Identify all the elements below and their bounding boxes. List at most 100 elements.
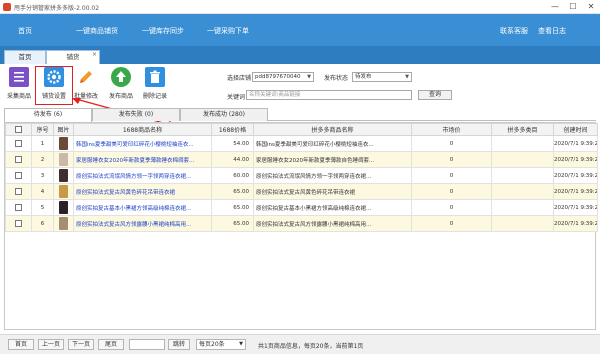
status-label: 发布状态 xyxy=(324,75,349,82)
chevron-down-icon: ▼ xyxy=(307,74,311,80)
row-image-cell xyxy=(53,151,74,168)
row-index: 6 xyxy=(31,215,54,232)
table-row[interactable]: 3 原创实拍法式流氓风情方领一字领两穿连衣裙... 60.00 原创实拍法式流氓风情方… xyxy=(5,167,598,184)
row-created-time: 2020/7/1 9:39:21 xyxy=(553,151,598,168)
next-page-button[interactable]: 下一页 xyxy=(68,339,94,350)
close-button[interactable]: ✕ xyxy=(582,0,600,14)
row-index: 1 xyxy=(31,135,54,152)
menu-view-log[interactable]: 查看日志 xyxy=(538,26,566,36)
row-1688-name[interactable]: 家居服睡衣女2020年新款夏季薄款睡衣棉绸套... xyxy=(73,151,212,168)
row-image-cell xyxy=(53,199,74,216)
close-tab-icon[interactable]: × xyxy=(92,48,97,61)
table-row[interactable]: 4 原创实拍法式复古风黄色碎花吊带连衣裙 65.00 原创实拍法式复古风黄色碎花吊带连… xyxy=(5,183,598,200)
prev-page-button[interactable]: 上一页 xyxy=(38,339,64,350)
minimize-button[interactable]: — xyxy=(546,0,564,14)
row-market-price: 0 xyxy=(411,151,492,168)
row-pdd-name[interactable]: 原创实拍法式复古风黄色碎花吊带连衣裙 xyxy=(253,183,412,200)
product-thumbnail xyxy=(59,169,68,182)
tab-success[interactable]: 发布成功 (280) xyxy=(180,108,268,121)
header-1688-price[interactable]: 1688价格 xyxy=(211,123,254,136)
menu-stock-sync[interactable]: 一键库存同步 xyxy=(142,26,184,36)
header-select[interactable] xyxy=(5,123,32,136)
row-1688-price: 54.00 xyxy=(211,135,254,152)
tab-distribution[interactable]: 铺货 × xyxy=(46,50,100,64)
row-checkbox[interactable] xyxy=(15,188,22,195)
row-checkbox[interactable] xyxy=(15,204,22,211)
row-1688-price: 60.00 xyxy=(211,167,254,184)
maximize-button[interactable]: ☐ xyxy=(564,0,582,14)
row-checkbox[interactable] xyxy=(15,140,22,147)
menu-home[interactable]: 首页 xyxy=(18,26,32,36)
store-select[interactable]: pdd8797670040 ▼ xyxy=(252,72,314,82)
last-page-button[interactable]: 尾页 xyxy=(98,339,124,350)
table-row[interactable]: 2 家居服睡衣女2020年新款夏季薄款睡衣棉绸套... 44.00 家居服睡衣女202… xyxy=(5,151,598,168)
row-1688-name[interactable]: 原创实拍法式复古风方领露腰小黑裙纯棉高用... xyxy=(73,215,212,232)
row-market-price: 0 xyxy=(411,215,492,232)
header-image: 图片 xyxy=(53,123,74,136)
row-1688-name[interactable]: 原创实拍复古基本小黑裙方领高级纯棉连衣裙... xyxy=(73,199,212,216)
row-created-time: 2020/7/1 9:39:22 xyxy=(553,183,598,200)
row-created-time: 2020/7/1 9:39:22 xyxy=(553,199,598,216)
row-pdd-category xyxy=(491,151,554,168)
row-pdd-name[interactable]: 韩国ins夏季甜美可爱印红碎花小樱桃短袖连衣... xyxy=(253,135,412,152)
row-created-time: 2020/7/1 9:39:22 xyxy=(553,215,598,232)
header-pdd-name[interactable]: 拼多多商品名称 xyxy=(253,123,412,136)
tab-failed[interactable]: 发布失败 (0) xyxy=(92,108,180,121)
product-thumbnail xyxy=(59,201,68,214)
row-image-cell xyxy=(53,183,74,200)
table-row[interactable]: 1 韩国ins夏季甜美可爱印红碎花小樱桃短袖连衣... 54.00 韩国ins夏季甜美… xyxy=(5,135,598,152)
menu-contact-support[interactable]: 联系客服 xyxy=(500,26,528,36)
row-index: 4 xyxy=(31,183,54,200)
page-number-input[interactable] xyxy=(129,339,165,350)
row-pdd-category xyxy=(491,167,554,184)
row-select-cell[interactable] xyxy=(5,215,32,232)
collect-products-button[interactable]: 采集商品 xyxy=(4,67,34,105)
row-pdd-name[interactable]: 家居服睡衣女2020年新款夏季薄款自色睡绸套... xyxy=(253,151,412,168)
row-checkbox[interactable] xyxy=(15,172,22,179)
row-pdd-name[interactable]: 原创实拍法式流氓风情方领一字领两穿连衣裙... xyxy=(253,167,412,184)
table-header: 序号 图片 1688商品名称 1688价格 拼多多商品名称 市场价 拼多多类目 … xyxy=(5,123,598,136)
store-label: 选择店铺 xyxy=(227,75,252,82)
header-pdd-category[interactable]: 拼多多类目 xyxy=(491,123,554,136)
keyword-input[interactable]: 名称关键词\商品链接 xyxy=(246,90,412,100)
header-1688-name[interactable]: 1688商品名称 xyxy=(73,123,212,136)
row-image-cell xyxy=(53,167,74,184)
row-1688-name[interactable]: 原创实拍法式复古风黄色碎花吊带连衣裙 xyxy=(73,183,212,200)
product-table: 序号 图片 1688商品名称 1688价格 拼多多商品名称 市场价 拼多多类目 … xyxy=(4,122,598,330)
tab-pending[interactable]: 待发布 (6) xyxy=(4,108,92,122)
header-created-time[interactable]: 创建时间 xyxy=(553,123,598,136)
row-select-cell[interactable] xyxy=(5,167,32,184)
menu-product-distribution[interactable]: 一键商品铺货 xyxy=(76,26,118,36)
row-pdd-name[interactable]: 原创实拍法式复古风方领露腰小黑裙纯棉高用... xyxy=(253,215,412,232)
pagination-bar: 首页 上一页 下一页 尾页 跳转 每页20条 ▼ 共1页商品信息，每页20条，当… xyxy=(0,334,600,354)
menu-purchase-order[interactable]: 一键采购下单 xyxy=(207,26,249,36)
status-select[interactable]: 待发布 ▼ xyxy=(352,72,412,82)
row-select-cell[interactable] xyxy=(5,183,32,200)
status-value: 待发布 xyxy=(355,74,372,80)
row-select-cell[interactable] xyxy=(5,135,32,152)
query-button[interactable]: 查询 xyxy=(418,90,452,100)
trash-icon xyxy=(145,67,165,87)
row-pdd-category xyxy=(491,199,554,216)
row-checkbox[interactable] xyxy=(15,156,22,163)
table-row[interactable]: 5 原创实拍复古基本小黑裙方领高级纯棉连衣裙... 65.00 原创实拍复古基本小黑裙… xyxy=(5,199,598,216)
table-row[interactable]: 6 原创实拍法式复古风方领露腰小黑裙纯棉高用... 65.00 原创实拍法式复古风方领… xyxy=(5,215,598,232)
row-select-cell[interactable] xyxy=(5,199,32,216)
row-index: 3 xyxy=(31,167,54,184)
jump-button[interactable]: 跳转 xyxy=(168,339,190,350)
row-checkbox[interactable] xyxy=(15,220,22,227)
row-index: 5 xyxy=(31,199,54,216)
tab-home[interactable]: 首页 xyxy=(4,50,46,64)
first-page-button[interactable]: 首页 xyxy=(8,339,34,350)
select-all-checkbox[interactable] xyxy=(15,126,22,133)
row-market-price: 0 xyxy=(411,199,492,216)
keyword-label: 关键词 xyxy=(227,94,246,101)
pencil-icon xyxy=(76,67,96,87)
page-size-select[interactable]: 每页20条 ▼ xyxy=(196,339,246,350)
row-1688-name[interactable]: 韩国ins夏季甜美可爱印红碎花小樱桃短袖连衣... xyxy=(73,135,212,152)
row-select-cell[interactable] xyxy=(5,151,32,168)
row-pdd-name[interactable]: 原创实拍复古基本小黑裙方领高级纯棉连衣裙... xyxy=(253,199,412,216)
main-menu: 首页 一键商品铺货 一键库存同步 一键采购下单 联系客服 查看日志 xyxy=(0,14,600,46)
row-1688-name[interactable]: 原创实拍法式流氓风情方领一字领两穿连衣裙... xyxy=(73,167,212,184)
header-market-price[interactable]: 市场价 xyxy=(411,123,492,136)
